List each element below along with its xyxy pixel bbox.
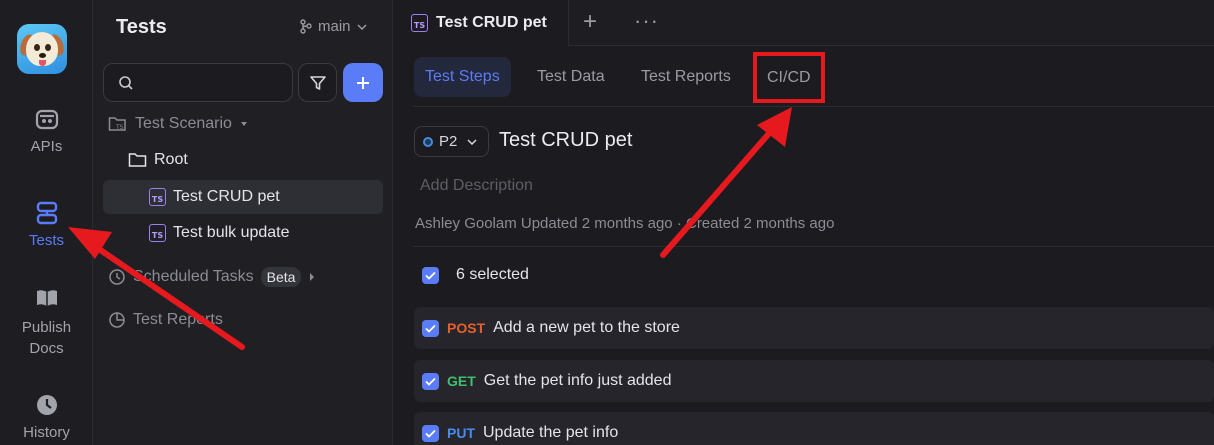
select-all-row: 6 selected (422, 266, 529, 284)
method-badge: POST (447, 320, 486, 336)
pie-chart-icon (109, 312, 125, 328)
search-icon (119, 76, 133, 90)
app-logo[interactable] (17, 24, 67, 74)
tree-item-test-crud-pet[interactable]: TS Test CRUD pet (103, 180, 383, 214)
check-icon (425, 429, 436, 438)
branch-selector[interactable]: main (300, 18, 367, 35)
tree-label-root: Root (154, 151, 188, 168)
filter-button[interactable] (298, 63, 337, 102)
rail-item-apis[interactable]: APIs (0, 106, 93, 155)
step-label: Add a new pet to the store (493, 319, 680, 336)
rail-item-publish-docs[interactable]: Publish Docs (0, 285, 93, 359)
check-icon (425, 271, 436, 280)
chevron-down-icon (356, 23, 367, 30)
book-icon (36, 290, 57, 306)
add-button[interactable] (343, 63, 383, 102)
case-meta: Ashley Goolam Updated 2 months ago · Cre… (415, 215, 835, 232)
tree-label-test-bulk-update: Test bulk update (173, 224, 290, 241)
tree-item-test-bulk-update[interactable]: TS Test bulk update (149, 224, 290, 242)
subtab-test-data[interactable]: Test Data (526, 57, 616, 97)
tab-bar: TS Test CRUD pet + ··· (393, 0, 1214, 46)
subtab-ci-cd[interactable]: CI/CD (753, 52, 825, 103)
tree-label-test-reports: Test Reports (133, 311, 223, 328)
caret-down-icon (240, 122, 247, 126)
tree-label-scheduled-tasks: Scheduled Tasks (133, 268, 254, 285)
rail-label-apis: APIs (30, 138, 63, 155)
step-label: Update the pet info (483, 424, 619, 441)
plus-icon (357, 76, 369, 89)
svg-text:TS: TS (115, 124, 124, 131)
rail-item-tests[interactable]: Tests (0, 200, 93, 249)
subtab-test-steps[interactable]: Test Steps (414, 57, 511, 97)
filter-icon (309, 75, 326, 90)
step-checkbox[interactable] (422, 424, 439, 442)
priority-dot-icon (423, 136, 433, 147)
rail-label-publish-docs: Publish Docs (21, 319, 72, 357)
branch-name: main (318, 18, 351, 35)
case-title[interactable]: Test CRUD pet (499, 129, 632, 152)
ts-file-icon: TS (149, 224, 166, 242)
priority-select[interactable]: P2 (414, 126, 489, 157)
tree-label-test-scenario: Test Scenario (135, 115, 232, 132)
new-tab-button[interactable]: + (583, 8, 597, 36)
tree-label-test-crud-pet: Test CRUD pet (173, 188, 280, 205)
tree-root[interactable]: Root (128, 151, 188, 169)
check-icon (425, 377, 436, 386)
subtab-test-reports[interactable]: Test Reports (630, 57, 742, 97)
rail-label-history: History (23, 424, 70, 441)
rail-label-tests: Tests (28, 232, 64, 249)
apis-icon (35, 109, 58, 130)
check-icon (425, 324, 436, 333)
beta-badge: Beta (260, 267, 302, 287)
tests-sidebar: Tests main TS Test Scenario Root TS Test… (93, 0, 393, 445)
method-badge: PUT (447, 425, 475, 441)
step-row[interactable]: POST Add a new pet to the store (414, 307, 1214, 349)
step-label: Get the pet info just added (483, 372, 672, 389)
step-checkbox[interactable] (422, 372, 439, 390)
step-row[interactable]: PUT Update the pet info (414, 412, 1214, 445)
git-branch-icon (300, 19, 312, 34)
chevron-down-icon (467, 138, 477, 145)
ts-file-icon: TS (411, 14, 428, 32)
tab-test-crud-pet[interactable]: TS Test CRUD pet (393, 0, 569, 46)
select-all-checkbox[interactable] (422, 266, 439, 284)
clock-icon (109, 269, 125, 285)
sidebar-title: Tests (116, 16, 167, 38)
description-field[interactable]: Add Description (420, 177, 533, 195)
left-rail: APIs Tests Publish Docs History (0, 0, 93, 445)
tree-test-reports[interactable]: Test Reports (108, 311, 223, 329)
method-badge: GET (447, 373, 476, 389)
main-panel: TS Test CRUD pet + ··· Test Steps Test D… (393, 0, 1214, 445)
caret-right-icon (310, 273, 315, 281)
step-row[interactable]: GET Get the pet info just added (414, 360, 1214, 402)
tree-scheduled-tasks[interactable]: Scheduled Tasks Beta (108, 267, 316, 287)
divider (413, 246, 1214, 247)
folder-icon (128, 153, 147, 167)
tree-test-scenario[interactable]: TS Test Scenario (108, 115, 249, 133)
rail-item-history[interactable]: History (0, 392, 93, 441)
step-checkbox[interactable] (422, 319, 439, 337)
more-options-icon[interactable]: ··· (634, 8, 659, 34)
priority-value: P2 (439, 133, 458, 150)
tab-label: Test CRUD pet (436, 14, 547, 31)
history-icon (36, 395, 57, 415)
selected-count: 6 selected (456, 266, 529, 283)
folder-ts-icon: TS (108, 117, 126, 131)
search-input[interactable] (103, 63, 293, 102)
divider (413, 106, 1214, 107)
ts-file-icon: TS (149, 188, 166, 206)
tests-icon (36, 201, 57, 225)
